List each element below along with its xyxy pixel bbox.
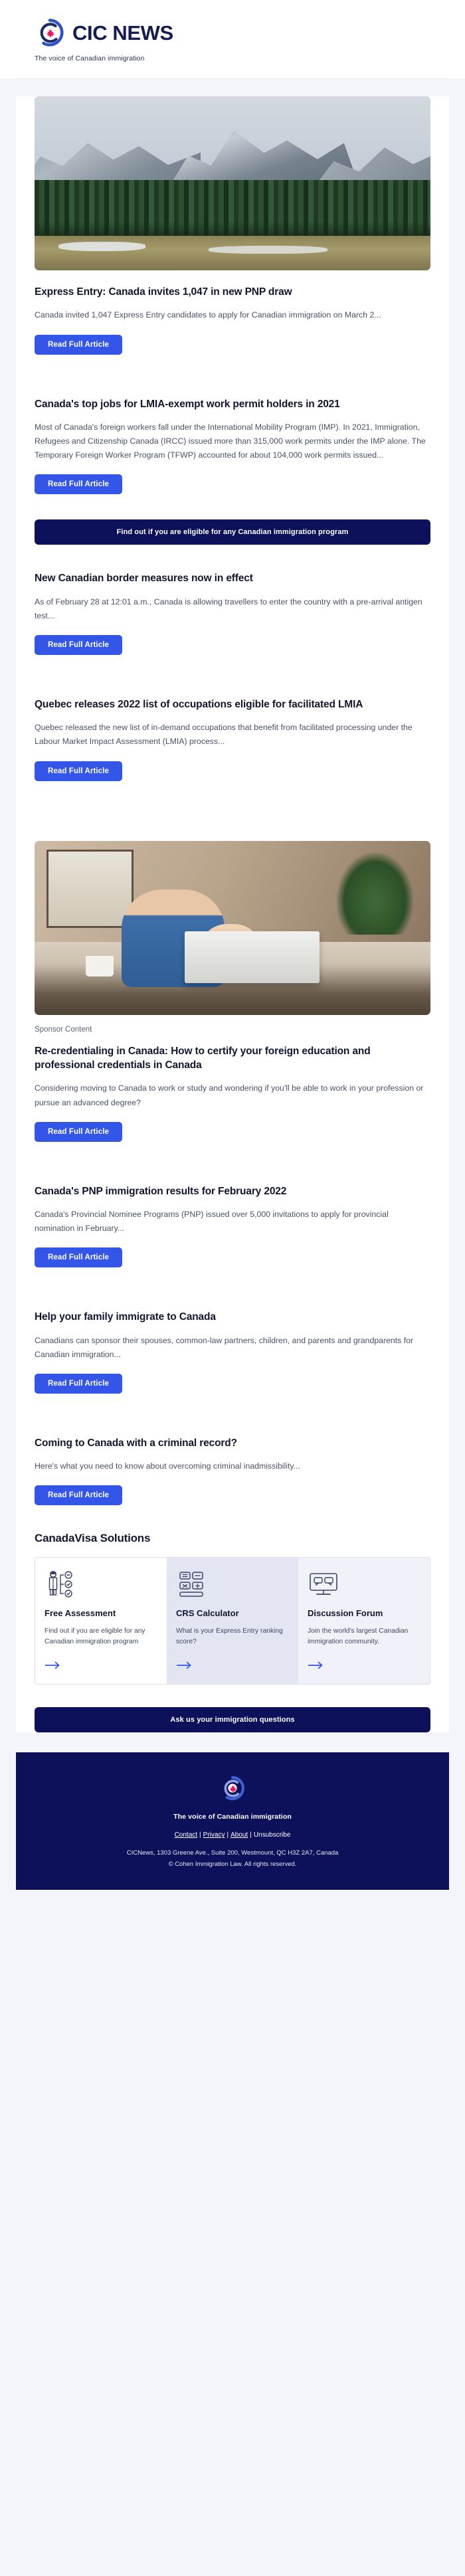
article-title: Re-credentialing in Canada: How to certi… — [35, 1045, 371, 1071]
article-item: Canada's top jobs for LMIA-exempt work p… — [35, 377, 430, 495]
arrow-right-icon[interactable] — [176, 1661, 289, 1673]
article-title: New Canadian border measures now in effe… — [35, 573, 253, 585]
brand-row[interactable]: CIC NEWS — [35, 17, 465, 48]
arrow-right-icon[interactable] — [308, 1661, 420, 1673]
solution-card-desc: Join the world's largest Canadian immigr… — [308, 1627, 409, 1646]
ask-questions-cta-button[interactable]: Ask us your immigration questions — [35, 1707, 430, 1733]
calculator-icon — [176, 1570, 289, 1599]
solutions-grid: Free Assessment Find out if you are elig… — [35, 1557, 430, 1685]
solution-card-crs-calculator[interactable]: CRS Calculator What is your Express Entr… — [167, 1558, 298, 1685]
content-card: Express Entry: Canada invites 1,047 in n… — [16, 96, 449, 1733]
footer-links: Contact | Privacy | About | Unsubscribe — [29, 1831, 436, 1839]
footer-link-separator: | — [199, 1831, 201, 1839]
article-item: Help your family immigrate to Canada Can… — [35, 1290, 430, 1394]
canadian-rockies-mountain-photo — [35, 96, 430, 270]
read-full-article-button[interactable]: Read Full Article — [35, 1485, 123, 1506]
footer-link-separator: | — [227, 1831, 229, 1839]
solution-card-free-assessment[interactable]: Free Assessment Find out if you are elig… — [35, 1558, 167, 1685]
article-item: Express Entry: Canada invites 1,047 in n… — [35, 96, 430, 355]
article-excerpt: Canada invited 1,047 Express Entry candi… — [35, 310, 381, 320]
solution-card-desc: Find out if you are eligible for any Can… — [45, 1627, 145, 1646]
article-title: Quebec releases 2022 list of occupations… — [35, 698, 363, 710]
read-full-article-button[interactable]: Read Full Article — [35, 634, 123, 655]
discussion-monitor-icon — [308, 1570, 420, 1599]
article-excerpt: Canadians can sponsor their spouses, com… — [35, 1335, 414, 1359]
sponsor-content-label: Sponsor Content — [35, 1025, 92, 1034]
article-item: Quebec releases 2022 list of occupations… — [35, 678, 430, 781]
article-title: Canada's top jobs for LMIA-exempt work p… — [35, 398, 340, 410]
article-excerpt: Quebec released the new list of in-deman… — [35, 723, 413, 747]
brand-name: CIC NEWS — [72, 21, 173, 45]
arrow-right-icon[interactable] — [45, 1661, 157, 1673]
article-title: Coming to Canada with a criminal record? — [35, 1437, 237, 1449]
footer-link-unsubscribe[interactable]: Unsubscribe — [254, 1831, 291, 1839]
man-with-baby-at-laptop-photo — [35, 840, 430, 1015]
solution-card-desc: What is your Express Entry ranking score… — [176, 1627, 283, 1646]
solution-card-title: CRS Calculator — [176, 1608, 239, 1619]
read-full-article-button[interactable]: Read Full Article — [35, 1247, 123, 1268]
article-excerpt: As of February 28 at 12:01 a.m., Canada … — [35, 597, 422, 620]
article-item: Canada's PNP immigration results for Feb… — [35, 1164, 430, 1268]
read-full-article-button[interactable]: Read Full Article — [35, 761, 123, 781]
footer-copyright: © Cohen Immigration Law. All rights rese… — [168, 1860, 297, 1868]
read-full-article-button[interactable]: Read Full Article — [35, 334, 123, 355]
article-title: Canada's PNP immigration results for Feb… — [35, 1185, 287, 1197]
article-excerpt: Considering moving to Canada to work or … — [35, 1083, 424, 1107]
article-excerpt: Most of Canada's foreign workers fall un… — [35, 422, 426, 460]
header-divider — [16, 78, 449, 79]
footer-link-about[interactable]: About — [231, 1831, 248, 1839]
footer-link-privacy[interactable]: Privacy — [203, 1831, 225, 1839]
solution-card-title: Free Assessment — [45, 1608, 116, 1619]
read-full-article-button[interactable]: Read Full Article — [35, 1373, 123, 1394]
article-title: Express Entry: Canada invites 1,047 in n… — [35, 286, 292, 298]
article-item: Coming to Canada with a criminal record?… — [35, 1416, 430, 1506]
footer-link-separator: | — [250, 1831, 252, 1839]
article-item: New Canadian border measures now in effe… — [35, 551, 430, 655]
footer-link-contact[interactable]: Contact — [175, 1831, 197, 1839]
header-tagline: The voice of Canadian immigration — [35, 54, 145, 62]
footer-logo — [29, 1775, 436, 1805]
solutions-title: CanadaVisa Solutions — [35, 1532, 151, 1545]
email-body: CIC NEWS The voice of Canadian immigrati… — [0, 0, 465, 1890]
email-footer: The voice of Canadian immigration Contac… — [16, 1752, 449, 1890]
canadavisa-solutions-section: CanadaVisa Solutions Free Assessment Fin… — [35, 1505, 430, 1685]
solution-card-discussion-forum[interactable]: Discussion Forum Join the world's larges… — [298, 1558, 430, 1685]
footer-address: CICNews, 1303 Greene Ave., Suite 200, We… — [126, 1849, 339, 1857]
solution-card-title: Discussion Forum — [308, 1608, 383, 1619]
cic-circular-maple-leaf-logo-icon — [219, 1775, 246, 1805]
email-header: CIC NEWS The voice of Canadian immigrati… — [0, 0, 465, 78]
article-excerpt: Here's what you need to know about overc… — [35, 1461, 300, 1471]
cic-circular-maple-leaf-logo-icon — [35, 17, 65, 48]
person-checklist-icon — [45, 1570, 157, 1599]
eligibility-cta-button[interactable]: Find out if you are eligible for any Can… — [35, 519, 430, 545]
footer-tagline: The voice of Canadian immigration — [173, 1813, 292, 1821]
read-full-article-button[interactable]: Read Full Article — [35, 474, 123, 495]
sponsored-article-item: Sponsor Content Re-credentialing in Cana… — [35, 804, 430, 1142]
article-excerpt: Canada's Provincial Nominee Programs (PN… — [35, 1210, 389, 1234]
read-full-article-button[interactable]: Read Full Article — [35, 1121, 123, 1142]
article-title: Help your family immigrate to Canada — [35, 1311, 216, 1323]
